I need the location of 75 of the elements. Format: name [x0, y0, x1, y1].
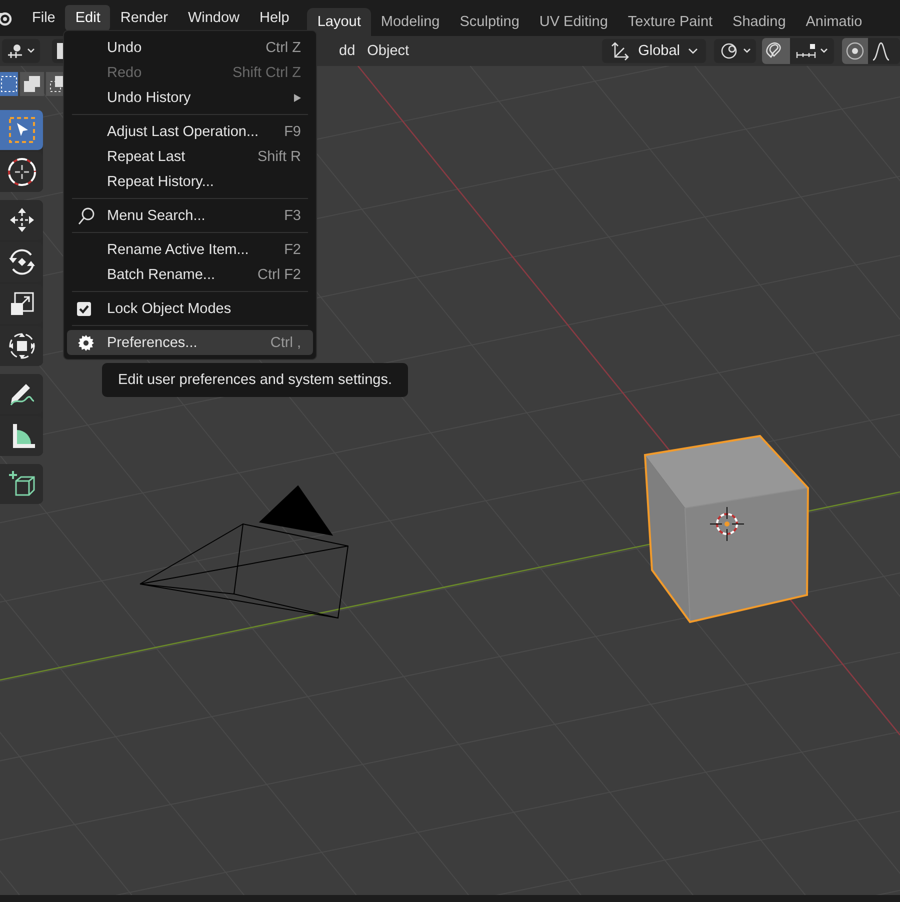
workspace-tab[interactable]: Animatio: [796, 8, 872, 36]
menu-item-label: Redo: [107, 64, 142, 80]
orientation-dropdown[interactable]: Global: [602, 39, 706, 63]
menu-item[interactable]: Preferences... Ctrl ,: [67, 330, 313, 355]
select-extend-button[interactable]: [20, 72, 44, 96]
workspace-tab[interactable]: Modeling: [370, 8, 450, 36]
menu-item[interactable]: Repeat History...: [67, 169, 313, 194]
shortcut-label: Shift Ctrl Z: [232, 64, 301, 80]
header-menu[interactable]: dd: [333, 43, 362, 59]
menu-item[interactable]: Rename Active Item... F2: [67, 237, 313, 262]
select-new-button[interactable]: [0, 72, 18, 96]
tooltip: Edit user preferences and system settings.: [102, 363, 408, 397]
menu-item[interactable]: Window: [178, 5, 250, 31]
menu-item[interactable]: Batch Rename... Ctrl F2: [67, 262, 313, 287]
menu-item[interactable]: Help: [250, 5, 300, 31]
menu-item-label: Adjust Last Operation...: [107, 124, 259, 140]
workspace-tab[interactable]: Layout: [307, 8, 371, 36]
proportional-editing-control[interactable]: [842, 38, 900, 64]
orientation-value: Global: [638, 43, 680, 59]
pivot-dropdown[interactable]: [714, 39, 756, 63]
menu-item[interactable]: Undo History: [67, 85, 313, 110]
pivot-icon: [719, 41, 739, 61]
workspace-tab[interactable]: Texture Paint: [618, 8, 723, 36]
menu-item[interactable]: Lock Object Modes: [67, 296, 313, 321]
add-cube-icon: [6, 469, 36, 499]
shortcut-label: F3: [283, 208, 301, 224]
menu-item-label: Repeat Last: [107, 148, 186, 164]
proportional-editing-icon[interactable]: [842, 38, 868, 64]
shortcut-label: Ctrl ,: [269, 334, 301, 350]
workspace-tab[interactable]: UV Editing: [529, 8, 618, 36]
menu-item[interactable]: Menu Search... F3: [67, 203, 313, 228]
search-icon: [77, 206, 95, 224]
snapping-control[interactable]: [762, 38, 834, 64]
select-tool-button[interactable]: [0, 110, 43, 150]
menu-item[interactable]: Render: [110, 5, 178, 31]
select-box-icon: [6, 115, 36, 145]
menu-item-label: Undo: [107, 40, 142, 56]
menu-item-label: Repeat History...: [107, 174, 214, 190]
select-new-icon: [0, 75, 18, 93]
menu-item[interactable]: Undo Ctrl Z: [67, 35, 313, 60]
menu-item[interactable]: File: [22, 5, 66, 31]
submenu-arrow-icon: [294, 94, 301, 102]
settings-icon: [77, 334, 95, 352]
cursor-icon: [6, 157, 36, 187]
shortcut-label: F2: [283, 242, 301, 258]
shortcut-label: Ctrl F2: [256, 266, 301, 282]
shortcut-label: Ctrl Z: [264, 40, 301, 56]
menu-item[interactable]: Repeat Last Shift R: [67, 144, 313, 169]
axes-icon: [610, 41, 630, 61]
menu-item-label: Preferences...: [107, 334, 198, 350]
transform-icon: [6, 331, 36, 361]
mode-dropdown[interactable]: [2, 39, 40, 63]
menu-item-label: Undo History: [107, 90, 191, 106]
menu-item-label: Batch Rename...: [107, 266, 215, 282]
workspace-tab[interactable]: Shading: [722, 8, 796, 36]
checkbox[interactable]: [77, 302, 91, 316]
shortcut-label: F9: [283, 124, 301, 140]
chevron-down-icon: [820, 48, 828, 54]
origin-marker-icon: [710, 506, 744, 542]
workspace-tab[interactable]: Sculpting: [450, 8, 530, 36]
object-mode-icon: [7, 43, 23, 59]
menu-item[interactable]: Edit: [65, 5, 110, 31]
menu-item[interactable]: Adjust Last Operation... F9: [67, 119, 313, 144]
menu-item-label: Rename Active Item...: [107, 242, 249, 258]
menu-item-label: Menu Search...: [107, 208, 206, 224]
header-menu[interactable]: Object: [361, 43, 416, 59]
chevron-down-icon: [688, 47, 698, 55]
falloff-curve-icon: [872, 41, 890, 61]
select-extend-icon: [23, 75, 41, 93]
chevron-down-icon: [27, 48, 35, 54]
shortcut-label: Shift R: [256, 148, 301, 164]
rotate-icon: [6, 247, 36, 277]
snap-increment-icon: [794, 41, 816, 61]
menu-item-label: Lock Object Modes: [107, 300, 232, 316]
chevron-down-icon: [743, 48, 751, 54]
